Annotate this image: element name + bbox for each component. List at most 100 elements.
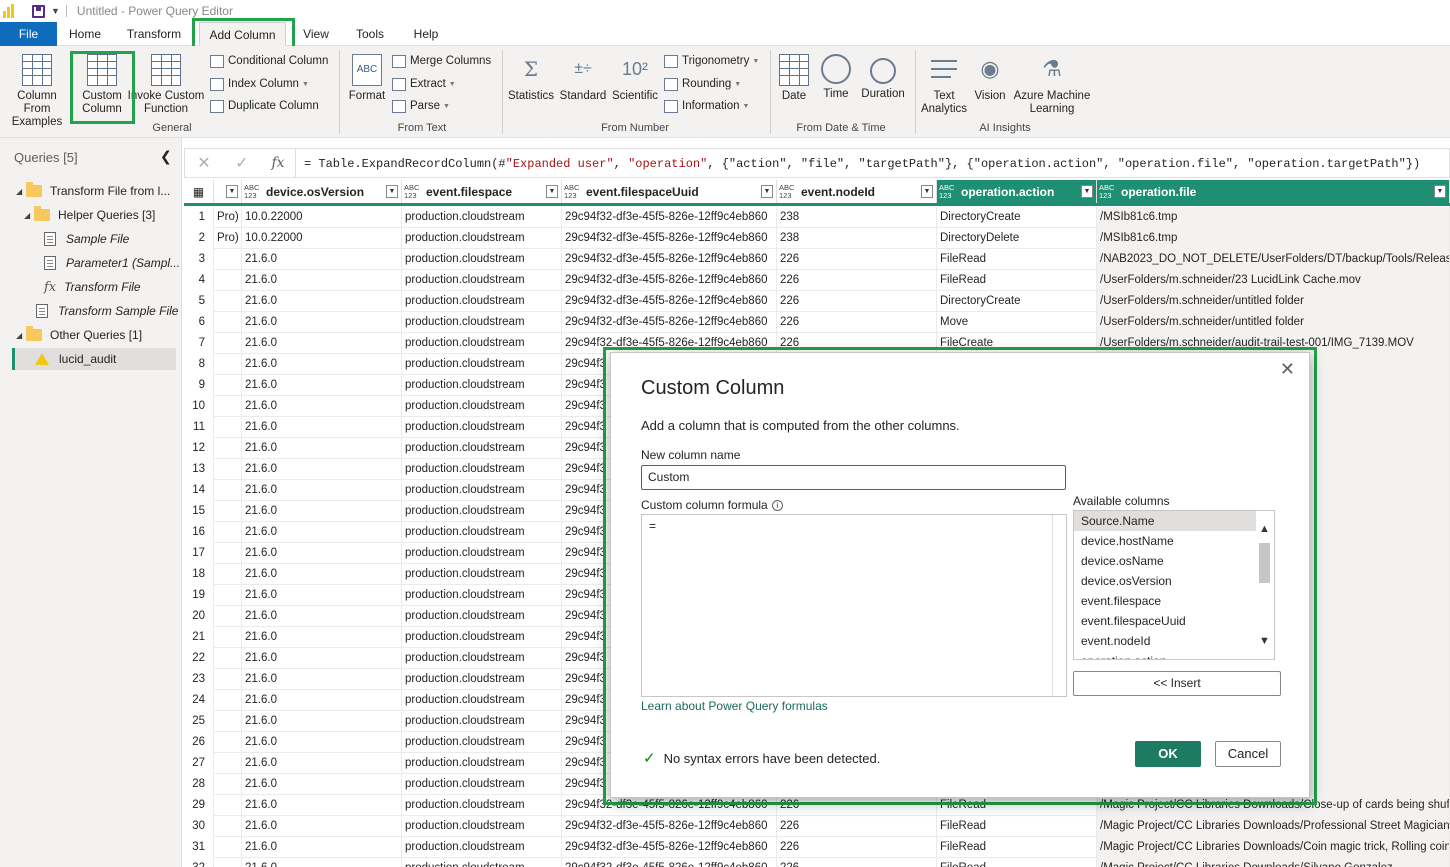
expand-icon[interactable]: ◢ <box>16 331 26 340</box>
tab-view[interactable]: View <box>296 22 336 46</box>
row-number[interactable]: 25 <box>184 711 214 732</box>
table-cell[interactable] <box>214 690 242 711</box>
row-number[interactable]: 23 <box>184 669 214 690</box>
table-cell[interactable]: production.cloudstream <box>402 816 562 837</box>
rounding-button[interactable]: Rounding ▼ <box>664 75 741 93</box>
table-cell[interactable]: 21.6.0 <box>242 669 402 690</box>
table-cell[interactable] <box>214 438 242 459</box>
table-cell[interactable]: production.cloudstream <box>402 585 562 606</box>
available-column-item[interactable]: event.nodeId <box>1074 631 1256 651</box>
table-cell[interactable] <box>214 312 242 333</box>
scientific-button[interactable]: 10² Scientific <box>609 54 661 103</box>
table-cell[interactable]: 226 <box>777 249 937 270</box>
learn-formulas-link[interactable]: Learn about Power Query formulas <box>641 699 828 713</box>
available-column-item[interactable]: operation.action <box>1074 651 1256 659</box>
table-cell[interactable]: production.cloudstream <box>402 711 562 732</box>
statistics-button[interactable]: Σ Statistics <box>506 54 556 103</box>
text-analytics-button[interactable]: Text Analytics <box>918 54 970 116</box>
table-cell[interactable] <box>214 270 242 291</box>
table-row[interactable]: 5 21.6.0 production.cloudstream 29c94f32-df… <box>184 291 1450 312</box>
quick-access-dropdown-icon[interactable]: ▼ <box>51 6 60 16</box>
table-cell[interactable]: 238 <box>777 207 937 228</box>
table-cell[interactable]: 29c94f32-df3e-45f5-826e-12ff9c4eb860 <box>562 291 777 312</box>
table-cell[interactable]: 21.6.0 <box>242 816 402 837</box>
table-row[interactable]: 31 21.6.0 production.cloudstream 29c94f32-d… <box>184 837 1450 858</box>
table-cell[interactable]: production.cloudstream <box>402 312 562 333</box>
table-cell[interactable]: 226 <box>777 312 937 333</box>
column-header-event-filespaceuuid[interactable]: ABC 123 event.filespaceUuid ▼ <box>562 180 777 203</box>
table-cell[interactable]: production.cloudstream <box>402 564 562 585</box>
merge-columns-button[interactable]: Merge Columns <box>392 52 491 70</box>
table-cell[interactable]: production.cloudstream <box>402 396 562 417</box>
table-cell[interactable]: 21.6.0 <box>242 606 402 627</box>
table-cell[interactable]: DirectoryCreate <box>937 207 1097 228</box>
row-number[interactable]: 8 <box>184 354 214 375</box>
available-columns-scrollbar[interactable]: ▲ ▼ <box>1256 511 1274 659</box>
table-menu-icon[interactable]: ▦ <box>184 180 214 203</box>
table-cell[interactable] <box>214 669 242 690</box>
table-cell[interactable]: production.cloudstream <box>402 795 562 816</box>
save-icon[interactable] <box>32 4 45 18</box>
table-cell[interactable]: production.cloudstream <box>402 249 562 270</box>
table-cell[interactable]: DirectoryDelete <box>937 228 1097 249</box>
invoke-custom-function-button[interactable]: Invoke Custom Function <box>126 54 206 116</box>
row-number[interactable]: 30 <box>184 816 214 837</box>
table-cell[interactable]: Move <box>937 312 1097 333</box>
row-number[interactable]: 12 <box>184 438 214 459</box>
table-cell[interactable]: FileRead <box>937 249 1097 270</box>
table-cell[interactable]: 21.6.0 <box>242 858 402 867</box>
table-cell[interactable]: 21.6.0 <box>242 501 402 522</box>
table-row[interactable]: 32 21.6.0production.cloudstream29c94f32-d… <box>184 858 1450 867</box>
table-cell[interactable]: production.cloudstream <box>402 291 562 312</box>
row-number[interactable]: 19 <box>184 585 214 606</box>
format-button[interactable]: ABC Format <box>346 54 388 103</box>
column-filter-dropdown-icon[interactable]: ▼ <box>386 185 398 198</box>
query-sample-file[interactable]: Sample File <box>44 228 129 250</box>
row-number[interactable]: 1 <box>184 207 214 228</box>
table-cell[interactable]: 226 <box>777 858 937 867</box>
table-cell[interactable]: 21.6.0 <box>242 522 402 543</box>
table-cell[interactable]: 29c94f32-df3e-45f5-826e-12ff9c4eb860 <box>562 270 777 291</box>
table-cell[interactable] <box>214 606 242 627</box>
available-columns-list[interactable]: Source.Name device.hostName device.osName d… <box>1073 510 1275 660</box>
row-number[interactable]: 4 <box>184 270 214 291</box>
duplicate-column-button[interactable]: Duplicate Column <box>210 97 319 115</box>
row-number[interactable]: 32 <box>184 858 214 867</box>
row-number[interactable]: 3 <box>184 249 214 270</box>
scroll-thumb[interactable] <box>1259 543 1270 583</box>
table-cell[interactable]: FileRead <box>937 858 1097 867</box>
table-cell[interactable] <box>214 249 242 270</box>
available-column-item[interactable]: Source.Name <box>1074 511 1256 531</box>
row-number[interactable]: 29 <box>184 795 214 816</box>
table-cell[interactable]: /UserFolders/m.schneider/untitled folder <box>1097 312 1450 333</box>
table-cell[interactable]: 21.6.0 <box>242 690 402 711</box>
scroll-down-icon[interactable]: ▼ <box>1259 635 1270 647</box>
table-cell[interactable]: 29c94f32-df3e-45f5-826e-12ff9c4eb860 <box>562 816 777 837</box>
query-parameter1[interactable]: Parameter1 (Sampl... <box>44 252 180 274</box>
table-cell[interactable]: /MSIb81c6.tmp <box>1097 207 1450 228</box>
table-cell[interactable]: 21.6.0 <box>242 795 402 816</box>
azure-ml-button[interactable]: ⚗ Azure Machine Learning <box>1012 54 1092 116</box>
column-filter-dropdown-icon[interactable]: ▼ <box>1434 185 1446 198</box>
ok-button[interactable]: OK <box>1135 741 1201 767</box>
table-cell[interactable]: 21.6.0 <box>242 396 402 417</box>
table-cell[interactable]: 21.6.0 <box>242 648 402 669</box>
row-number[interactable]: 7 <box>184 333 214 354</box>
table-cell[interactable]: 21.6.0 <box>242 711 402 732</box>
table-cell[interactable] <box>214 417 242 438</box>
table-cell[interactable]: production.cloudstream <box>402 501 562 522</box>
table-cell[interactable] <box>214 291 242 312</box>
column-header-device-osversion[interactable]: ABC 123 device.osVersion ▼ <box>242 180 402 203</box>
table-cell[interactable]: 29c94f32-df3e-45f5-826e-12ff9c4eb860 <box>562 858 777 867</box>
table-row[interactable]: 4 21.6.0 production.cloudstream 29c94f32-df… <box>184 270 1450 291</box>
row-number[interactable]: 28 <box>184 774 214 795</box>
time-button[interactable]: Time <box>818 54 854 101</box>
row-number[interactable]: 27 <box>184 753 214 774</box>
table-cell[interactable] <box>214 522 242 543</box>
table-cell[interactable] <box>214 627 242 648</box>
table-cell[interactable] <box>214 480 242 501</box>
conditional-column-button[interactable]: Conditional Column <box>210 52 328 70</box>
table-cell[interactable] <box>214 753 242 774</box>
row-number[interactable]: 21 <box>184 627 214 648</box>
column-filter-dropdown-icon[interactable]: ▼ <box>226 185 238 198</box>
